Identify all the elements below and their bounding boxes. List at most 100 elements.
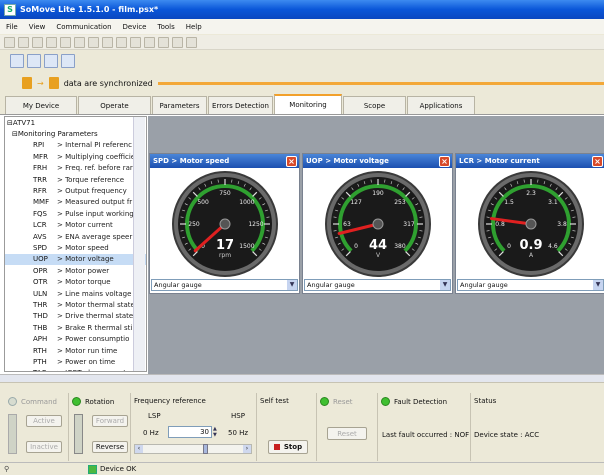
tree-item-uln[interactable]: ULN > Line mains voltage [5,288,146,299]
paste-icon[interactable] [102,36,113,48]
frequency-input[interactable]: 30 [168,426,212,438]
tree-item-aph[interactable]: APH > Power consumptio [5,333,146,344]
upload-icon[interactable] [158,36,169,48]
hsp-value: 50 Hz [228,429,249,437]
tab-scope[interactable]: Scope [343,96,406,114]
menu-file[interactable]: File [6,23,18,31]
menu-help[interactable]: Help [186,23,202,31]
device-ok-icon [88,464,97,474]
chevron-down-icon[interactable]: ▼ [593,280,603,290]
horizontal-scrollbar[interactable] [0,374,604,382]
tree-item-desc: > Internal PI referenc [57,141,132,150]
tree-item-code: ULN [33,289,48,298]
save-icon[interactable] [46,36,57,48]
connect-icon[interactable] [130,36,141,48]
close-icon[interactable]: × [439,155,450,167]
device-state-text: Device state : ACC [474,431,540,439]
edit-icon[interactable] [60,36,71,48]
run-icon[interactable] [186,36,197,48]
chevron-down-icon[interactable]: ▼ [287,280,297,290]
window-icon[interactable] [44,53,58,68]
slider-thumb[interactable] [203,444,208,454]
fault-label: Fault Detection [394,397,448,406]
gauge-panel: LCR > Motor current × Angular gauge ▼ 0 0.8 1.… [455,153,604,294]
tree-item-mmf[interactable]: MMF > Measured output fr [5,197,146,208]
gauge-tick-label: 2.3 [526,190,536,197]
disconnect-icon[interactable] [144,36,155,48]
tree-item-lcr[interactable]: LCR > Motor current [5,220,146,231]
tab-applications[interactable]: Applications [407,96,475,114]
tree-item-thd[interactable]: THD > Drive thermal state [5,311,146,322]
gauge-type-select[interactable]: Angular gauge ▼ [304,279,451,291]
gauge-tick-label: 190 [372,190,384,197]
menu-device[interactable]: Device [123,23,147,31]
open-icon[interactable] [32,36,43,48]
chevron-down-icon[interactable]: ▼ [440,280,450,290]
gauge-tick-label: 127 [350,199,362,206]
slider-right-icon[interactable]: › [243,445,251,453]
reverse-button[interactable]: Reverse [92,441,128,453]
stop-icon [273,444,280,450]
hsp-label: HSP [231,412,245,420]
device-ok-label: Device OK [100,465,137,473]
forward-button[interactable]: Forward [92,415,128,427]
copy-icon[interactable] [88,36,99,48]
gauge-tick-label: 1250 [248,221,263,228]
new-icon[interactable] [18,36,29,48]
tree-item-trr[interactable]: TRR > Torque reference [5,174,146,185]
rotation-header: Rotation [72,395,114,408]
command-switch[interactable] [8,414,17,454]
tree-item-uop[interactable]: UOP > Motor voltage [5,253,146,266]
tree-item-avs[interactable]: AVS > ENA average speer [5,231,146,242]
close-icon[interactable]: × [592,155,603,167]
home-icon[interactable] [4,36,15,48]
gauge-type-select[interactable]: Angular gauge ▼ [151,279,298,291]
tree-root[interactable]: ⊟ ATV71 [5,117,146,128]
tree-item-tac[interactable]: TAC> IGBT alarm counte [5,368,146,371]
tree-group[interactable]: ⊟ Monitoring Parameters [5,128,146,139]
menu-tools[interactable]: Tools [157,23,174,31]
tree-item-frh[interactable]: FRH > Freq. ref. before rar [5,163,146,174]
tree-item-opr[interactable]: OPR > Motor power [5,265,146,276]
slider-left-icon[interactable]: ‹ [135,445,143,453]
gauge-type-select[interactable]: Angular gauge ▼ [457,279,604,291]
gauge-tick-label: 1500 [239,243,254,250]
frequency-spinner[interactable]: ▲ ▼ [213,426,219,438]
frequency-label: Frequency reference [134,397,206,405]
print-icon[interactable] [74,36,85,48]
menu-view[interactable]: View [29,23,46,31]
reset-button[interactable]: Reset [327,427,367,440]
tree-item-rfr[interactable]: RFR > Output frequency [5,185,146,196]
tab-errors-detection[interactable]: Errors Detection [208,96,273,114]
tree-item-pth[interactable]: PTH > Power on time [5,356,146,367]
info-icon[interactable] [116,36,127,48]
refresh-icon[interactable] [27,53,41,68]
command-label: Command [21,397,57,406]
download-icon[interactable] [172,36,183,48]
tree-scrollbar[interactable] [133,117,145,371]
tab-parameters[interactable]: Parameters [152,96,207,114]
inactive-button[interactable]: Inactive [26,441,62,453]
rotation-switch[interactable] [74,414,83,454]
device-icon[interactable] [10,53,24,68]
gauge-tick-label: 3.1 [548,199,558,206]
menu-communication[interactable]: Communication [56,23,111,31]
stop-button[interactable]: Stop [268,440,308,454]
active-button[interactable]: Active [26,415,62,427]
gauge-header: LCR > Motor current × [456,154,604,168]
close-icon[interactable]: × [286,155,297,167]
tree-item-rth[interactable]: RTH > Motor run time [5,345,146,356]
tree-item-fqs[interactable]: FQS > Pulse input working [5,208,146,219]
tree-item-rpi[interactable]: RPI > Internal PI referenc [5,140,146,151]
tab-operate[interactable]: Operate [78,96,151,114]
tree-item-code: AVS [33,232,47,241]
tree-item-thr[interactable]: THR > Motor thermal state [5,299,146,310]
tab-my-device[interactable]: My Device [5,96,77,114]
tab-monitoring[interactable]: Monitoring [274,94,342,114]
tree-item-thb[interactable]: THB > Brake R thermal sti [5,322,146,333]
tree-item-spd[interactable]: SPD > Motor speed [5,242,146,253]
tree-item-otr[interactable]: OTR > Motor torque [5,276,146,287]
frequency-slider[interactable]: ‹ › [134,444,252,454]
tree-item-mfr[interactable]: MFR > Multiplying coefficie [5,151,146,162]
grid-icon[interactable] [61,53,75,68]
